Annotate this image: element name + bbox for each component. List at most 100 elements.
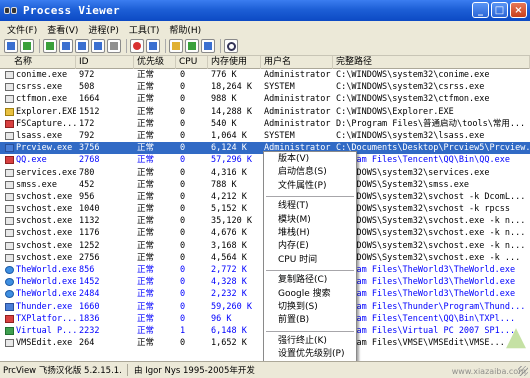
maximize-button[interactable]: □ bbox=[491, 2, 508, 18]
process-row[interactable]: Explorer.EXE 1512 正常 0 14,288 K Administrator… bbox=[0, 106, 530, 118]
cell-name: TheWorld.exe bbox=[0, 276, 76, 288]
menu-file[interactable]: 文件(F) bbox=[2, 23, 42, 36]
cell-priority: 正常 bbox=[137, 264, 176, 276]
ctx-item-google-search[interactable]: Google 搜索 bbox=[264, 288, 356, 301]
cell-cpu: 0 bbox=[180, 118, 208, 130]
priority-text: 正常 bbox=[137, 338, 155, 349]
module-icon[interactable] bbox=[185, 39, 199, 53]
context-menu: 版本(V) 启动信息(S) 文件属性(P) 线程(T) 模块(M) 堆栈(H) 内存(E) C… bbox=[263, 151, 357, 372]
info-icon[interactable] bbox=[146, 39, 160, 53]
new-icon[interactable] bbox=[4, 39, 18, 53]
memory-text: 35,120 K bbox=[211, 216, 252, 227]
window-icon[interactable] bbox=[169, 39, 183, 53]
cpu-text: 0 bbox=[180, 70, 186, 80]
cell-priority: 正常 bbox=[137, 106, 176, 118]
terminate-icon[interactable] bbox=[130, 39, 144, 53]
menu-tools[interactable]: 工具(T) bbox=[124, 23, 165, 36]
cell-path: C:\WINDOWS\system32\conime.exe bbox=[336, 69, 530, 81]
cell-priority: 正常 bbox=[137, 227, 176, 239]
ctx-item-startup-info[interactable]: 启动信息(S) bbox=[264, 166, 356, 179]
process-icon bbox=[5, 131, 14, 140]
ctx-item-bring-to-front[interactable]: 前置(B) bbox=[264, 314, 356, 327]
minimize-button[interactable]: _ bbox=[472, 2, 489, 18]
process-row[interactable]: ctfmon.exe 1664 正常 0 988 K Administrator C:\WI… bbox=[0, 93, 530, 105]
refresh-icon[interactable] bbox=[43, 39, 57, 53]
ctx-item-modules[interactable]: 模块(M) bbox=[264, 214, 356, 227]
window-title: Process Viewer bbox=[23, 4, 120, 17]
cell-id: 2232 bbox=[79, 325, 134, 337]
cell-name: Thunder.exe bbox=[0, 301, 76, 313]
path-text: \WINDOWS\system32\svchost -k rpcss bbox=[336, 204, 510, 215]
properties-icon[interactable] bbox=[91, 39, 105, 53]
col-id[interactable]: ID bbox=[76, 56, 134, 69]
tree-icon[interactable] bbox=[75, 39, 89, 53]
thread-icon[interactable] bbox=[201, 39, 215, 53]
save-icon[interactable] bbox=[20, 39, 34, 53]
cell-priority: 正常 bbox=[137, 276, 176, 288]
cell-cpu: 0 bbox=[180, 252, 208, 264]
find-icon[interactable] bbox=[224, 39, 238, 53]
priority-text: 正常 bbox=[137, 143, 155, 154]
ctx-item-threads[interactable]: 线程(T) bbox=[264, 200, 356, 213]
close-button[interactable]: × bbox=[510, 2, 527, 18]
ctx-item-cpu-time[interactable]: CPU 时间 bbox=[264, 254, 356, 267]
id-text: 172 bbox=[79, 118, 95, 129]
col-cpu[interactable]: CPU bbox=[176, 56, 208, 69]
ctx-item-memory[interactable]: 内存(E) bbox=[264, 240, 356, 253]
ctx-item-version[interactable]: 版本(V) bbox=[264, 153, 356, 166]
cell-name: conime.exe bbox=[0, 69, 76, 81]
col-name[interactable]: 名称 bbox=[0, 56, 76, 69]
ctx-item-set-priority[interactable]: 设置优先级别(P) bbox=[264, 348, 356, 361]
status-author: 由 Igor Nys 1995-2005年开发 bbox=[134, 366, 255, 376]
process-row[interactable]: conime.exe 972 正常 0 776 K Administrator C:\WIN… bbox=[0, 69, 530, 81]
memory-text: 776 K bbox=[211, 70, 237, 80]
cell-id: 1040 bbox=[79, 203, 134, 215]
cpu-text: 0 bbox=[180, 106, 186, 117]
cell-name: QQ.exe bbox=[0, 154, 76, 166]
menu-separator bbox=[266, 270, 354, 272]
process-row[interactable]: csrss.exe 508 正常 0 18,264 K SYSTEM C:\WINDOWS\… bbox=[0, 81, 530, 93]
cpu-text: 0 bbox=[180, 204, 186, 215]
list-icon[interactable] bbox=[59, 39, 73, 53]
path-text: C:\WINDOWS\system32\ctfmon.exe bbox=[336, 94, 490, 105]
process-row[interactable]: FSCapture... 172 正常 0 540 K Administrator D:\P… bbox=[0, 118, 530, 130]
ctx-item-kill-process[interactable]: 强行终止(K) bbox=[264, 335, 356, 348]
copy-icon[interactable] bbox=[107, 39, 121, 53]
process-icon bbox=[5, 314, 14, 323]
user-text: Administrator bbox=[264, 94, 331, 105]
col-memory[interactable]: 内存使用 bbox=[208, 56, 261, 69]
cell-memory: 6,148 K bbox=[211, 325, 261, 337]
priority-text: 正常 bbox=[137, 240, 155, 251]
cell-cpu: 0 bbox=[180, 337, 208, 349]
name-text: csrss.exe bbox=[16, 82, 63, 93]
process-icon bbox=[5, 205, 14, 214]
cell-priority: 正常 bbox=[137, 167, 176, 179]
col-priority[interactable]: 优先级 bbox=[134, 56, 176, 69]
ctx-item-file-properties[interactable]: 文件属性(P) bbox=[264, 180, 356, 193]
list-header: 名称 ID 优先级 CPU 内存使用 用户名 完整路径 bbox=[0, 56, 530, 69]
cell-name: FSCapture... bbox=[0, 118, 76, 130]
title-bar[interactable]: Process Viewer _ □ × bbox=[0, 0, 530, 21]
ctx-item-switch-to[interactable]: 切换到(S) bbox=[264, 301, 356, 314]
memory-text: 1,652 K bbox=[211, 338, 247, 349]
cell-id: 1512 bbox=[79, 106, 134, 118]
cell-name: svchost.exe bbox=[0, 203, 76, 215]
ctx-item-copy-path[interactable]: 复制路径(C) bbox=[264, 274, 356, 287]
id-text: 780 bbox=[79, 167, 95, 178]
col-user[interactable]: 用户名 bbox=[261, 56, 333, 69]
col-path[interactable]: 完整路径 bbox=[333, 56, 530, 69]
cell-path: rogram Files\Tencent\QQ\Bin\TXPl... bbox=[336, 313, 530, 325]
cell-id: 1452 bbox=[79, 276, 134, 288]
memory-text: 988 K bbox=[211, 94, 237, 105]
name-text: FSCapture... bbox=[16, 118, 76, 129]
menu-view[interactable]: 查看(V) bbox=[42, 23, 83, 36]
ctx-item-heap[interactable]: 堆栈(H) bbox=[264, 227, 356, 240]
path-text: rogram Files\VMSE\VMSEdit\VMSE... bbox=[336, 338, 505, 349]
cell-name: TheWorld.exe bbox=[0, 264, 76, 276]
menu-process[interactable]: 进程(P) bbox=[83, 23, 123, 36]
path-text: rogram Files\Virtual PC 2007 SP1... bbox=[336, 325, 516, 336]
cell-path: C:\WINDOWS\system32\ctfmon.exe bbox=[336, 93, 530, 105]
process-row[interactable]: lsass.exe 792 正常 0 1,064 K SYSTEM C:\WINDOWS\s… bbox=[0, 130, 530, 142]
cell-cpu: 0 bbox=[180, 154, 208, 166]
menu-help[interactable]: 帮助(H) bbox=[164, 23, 206, 36]
